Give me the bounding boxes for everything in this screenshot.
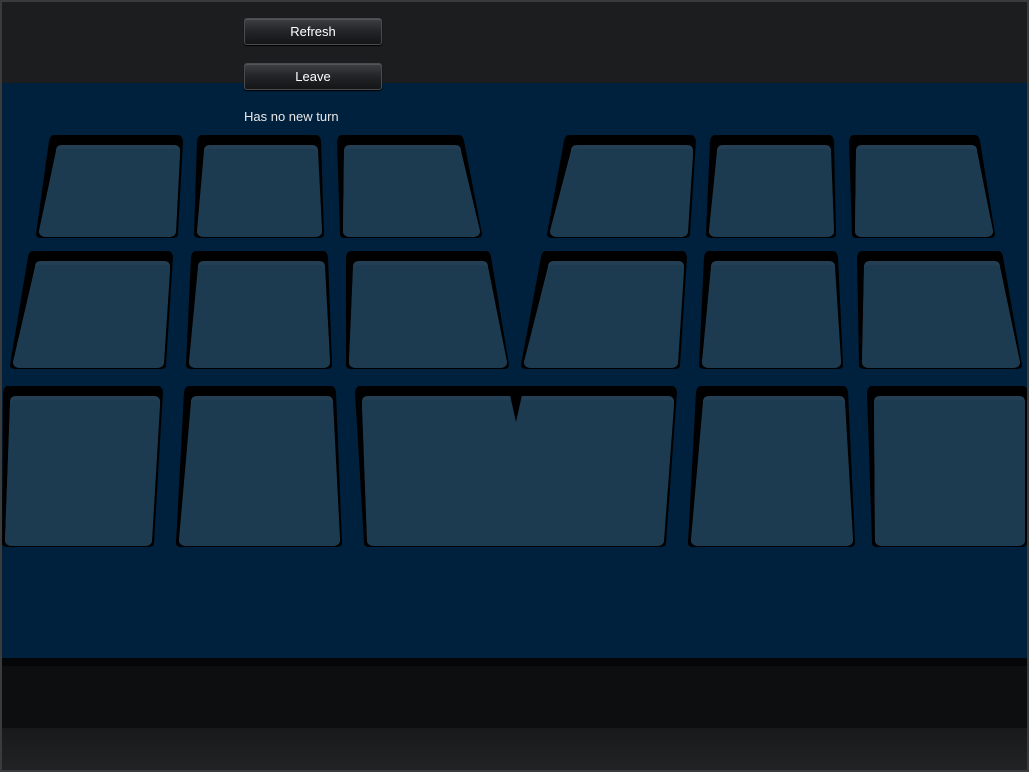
card-slot-row3-5[interactable] bbox=[867, 386, 1027, 547]
card-slot-row1-1[interactable] bbox=[36, 135, 183, 238]
card-slot-row2-5[interactable] bbox=[699, 251, 843, 369]
slot-surface bbox=[862, 265, 1020, 368]
slot-surface bbox=[349, 265, 507, 368]
card-slot-row2-4[interactable] bbox=[521, 251, 687, 369]
slot-surface bbox=[13, 265, 170, 368]
slot-surface bbox=[179, 400, 340, 546]
card-slot-row3-4[interactable] bbox=[688, 386, 855, 547]
slot-surface bbox=[197, 149, 322, 237]
slot-surface bbox=[709, 149, 834, 237]
refresh-button[interactable]: Refresh bbox=[244, 18, 382, 45]
card-slot-row1-2[interactable] bbox=[194, 135, 324, 238]
card-slot-row1-5[interactable] bbox=[706, 135, 836, 238]
card-slot-row1-6[interactable] bbox=[849, 135, 995, 238]
slot-surface bbox=[362, 400, 674, 546]
turn-status-text: Has no new turn bbox=[244, 109, 339, 124]
card-slot-row2-3[interactable] bbox=[346, 251, 509, 369]
card-slot-row2-6[interactable] bbox=[857, 251, 1022, 369]
card-slot-row2-1[interactable] bbox=[10, 251, 173, 369]
card-slot-row3-1[interactable] bbox=[2, 386, 163, 547]
slot-surface bbox=[189, 265, 330, 368]
slot-surface bbox=[524, 265, 684, 368]
slot-surface bbox=[691, 400, 853, 546]
slot-surface bbox=[343, 149, 480, 237]
slot-surface bbox=[855, 149, 993, 237]
card-slot-row1-4[interactable] bbox=[547, 135, 696, 238]
slot-surface bbox=[874, 400, 1025, 546]
slot-surface bbox=[39, 149, 180, 237]
leave-button[interactable]: Leave bbox=[244, 63, 382, 90]
slot-surface bbox=[702, 265, 841, 368]
card-slot-row3-2[interactable] bbox=[176, 386, 342, 547]
app-window: Refresh Leave Has no new turn bbox=[0, 0, 1029, 772]
slot-surface bbox=[550, 149, 693, 237]
card-slot-row2-2[interactable] bbox=[186, 251, 332, 369]
card-slots-layer bbox=[2, 135, 1027, 547]
slot-surface bbox=[5, 400, 160, 546]
card-slot-row1-3[interactable] bbox=[337, 135, 482, 238]
